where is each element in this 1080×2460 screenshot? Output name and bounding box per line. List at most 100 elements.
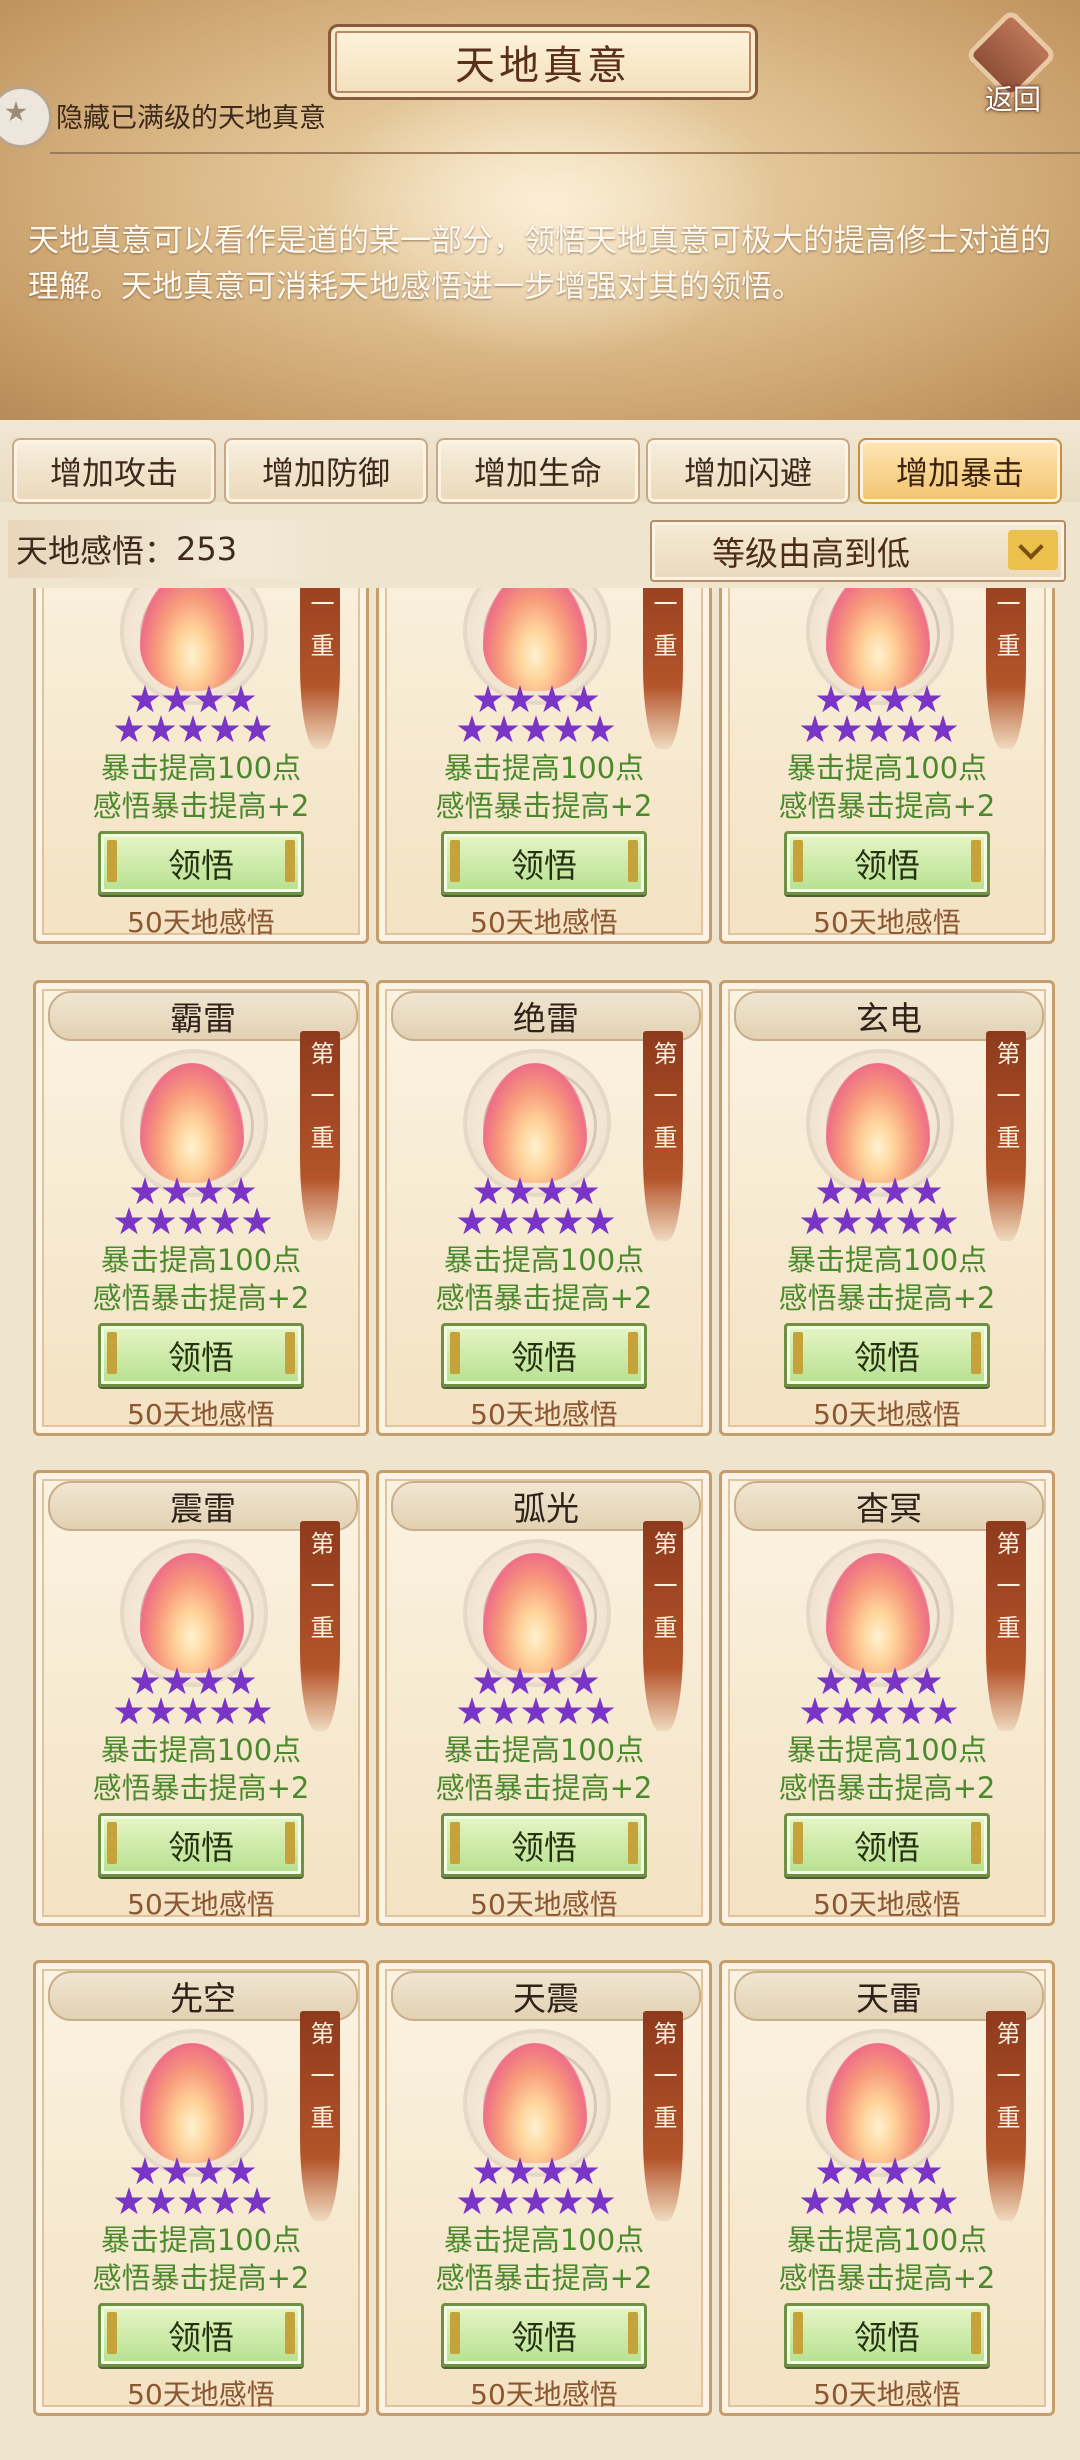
flame-icon	[483, 588, 587, 691]
star-rating	[451, 685, 621, 745]
learn-button[interactable]: 领悟	[441, 831, 647, 895]
star-icon	[521, 2187, 551, 2215]
star-icon	[210, 715, 240, 743]
points-value: 253	[176, 530, 238, 568]
learn-button[interactable]: 领悟	[98, 1323, 304, 1387]
star-rating	[451, 2157, 621, 2217]
tab-attack[interactable]: 增加攻击	[12, 438, 216, 504]
star-icon	[912, 2157, 942, 2185]
stat-insight-crit: 感悟暴击提高+2	[435, 1771, 653, 1805]
learn-button[interactable]: 领悟	[98, 1813, 304, 1877]
star-icon	[242, 1207, 272, 1235]
rank-banner: 第一重	[643, 1521, 683, 1731]
rank-banner: 第一重	[300, 2011, 340, 2221]
learn-button[interactable]: 领悟	[441, 1813, 647, 1877]
tab-defense[interactable]: 增加防御	[224, 438, 428, 504]
cost-label: 50天地感悟	[813, 1398, 961, 1431]
card: 天雷 第一重 暴击提高100点 感悟暴击提高+2 领悟 50天地感悟	[719, 1960, 1055, 2416]
star-icon	[585, 715, 615, 743]
learn-button[interactable]: 领悟	[441, 2303, 647, 2367]
star-row	[794, 1667, 964, 1697]
cost-label: 50天地感悟	[470, 906, 618, 939]
hide-maxed-row[interactable]: 隐藏已满级的天地真意	[0, 86, 980, 148]
star-icon	[114, 715, 144, 743]
stat-crit: 暴击提高100点	[100, 751, 302, 785]
rank-banner: 第一重	[300, 1031, 340, 1241]
card: 先空 第一重 暴击提高100点 感悟暴击提高+2 领悟 50天地感悟	[33, 1960, 369, 2416]
stat-crit: 暴击提高100点	[100, 1243, 302, 1277]
star-icon	[226, 685, 256, 713]
star-row	[108, 2187, 278, 2217]
star-icon	[537, 1177, 567, 1205]
star-row	[108, 2157, 278, 2187]
star-icon	[896, 2187, 926, 2215]
card: 绝雷 第一重 暴击提高100点 感悟暴击提高+2 领悟 50天地感悟	[376, 980, 712, 1436]
star-icon	[880, 1177, 910, 1205]
chevron-down-icon	[1008, 530, 1058, 570]
star-icon	[864, 715, 894, 743]
cost-label: 50天地感悟	[813, 2378, 961, 2411]
star-row	[108, 1697, 278, 1727]
rank-banner: 第一重	[300, 588, 340, 749]
star-row	[108, 685, 278, 715]
learn-button[interactable]: 领悟	[784, 1813, 990, 1877]
star-icon	[585, 1207, 615, 1235]
star-icon	[848, 1667, 878, 1695]
sort-selected: 等级由高到低	[712, 534, 910, 573]
star-icon	[553, 1697, 583, 1725]
star-row	[794, 715, 964, 745]
learn-button[interactable]: 领悟	[784, 2303, 990, 2367]
star-icon	[162, 1177, 192, 1205]
learn-button[interactable]: 领悟	[784, 831, 990, 895]
star-icon	[832, 1697, 862, 1725]
star-icon	[569, 1177, 599, 1205]
tab-health[interactable]: 增加生命	[436, 438, 640, 504]
star-row	[108, 1207, 278, 1237]
star-icon	[473, 2157, 503, 2185]
stat-crit: 暴击提高100点	[443, 1733, 645, 1767]
stat-crit: 暴击提高100点	[443, 2223, 645, 2257]
star-icon	[162, 685, 192, 713]
star-icon	[864, 2187, 894, 2215]
star-rating	[451, 1667, 621, 1727]
star-icon	[928, 2187, 958, 2215]
star-icon	[489, 2187, 519, 2215]
learn-button[interactable]: 领悟	[441, 1323, 647, 1387]
hide-maxed-checkbox[interactable]	[0, 86, 52, 148]
star-row	[794, 1207, 964, 1237]
header-panel: 天地真意 返回 隐藏已满级的天地真意 天地真意可以看作是道的某一部分，领悟天地真…	[0, 0, 1080, 420]
stat-insight-crit: 感悟暴击提高+2	[92, 2261, 310, 2295]
card: 第一重 暴击提高100点 感悟暴击提高+2 领悟 50天地感悟	[376, 588, 712, 944]
star-icon	[928, 1207, 958, 1235]
star-icon	[162, 1667, 192, 1695]
star-icon	[457, 715, 487, 743]
star-icon	[800, 715, 830, 743]
card: 玄电 第一重 暴击提高100点 感悟暴击提高+2 领悟 50天地感悟	[719, 980, 1055, 1436]
stat-insight-crit: 感悟暴击提高+2	[435, 2261, 653, 2295]
star-icon	[864, 1207, 894, 1235]
star-icon	[130, 685, 160, 713]
star-icon	[457, 1697, 487, 1725]
tab-crit[interactable]: 增加暴击	[858, 438, 1062, 504]
star-icon	[832, 2187, 862, 2215]
cost-label: 50天地感悟	[470, 2378, 618, 2411]
stat-crit: 暴击提高100点	[443, 1243, 645, 1277]
star-icon	[800, 2187, 830, 2215]
learn-button[interactable]: 领悟	[784, 1323, 990, 1387]
stat-insight-crit: 感悟暴击提高+2	[435, 789, 653, 823]
star-icon	[585, 2187, 615, 2215]
tab-bar: 增加攻击 增加防御 增加生命 增加闪避 增加暴击	[0, 420, 1080, 504]
stat-crit: 暴击提高100点	[100, 2223, 302, 2257]
tab-dodge[interactable]: 增加闪避	[646, 438, 850, 504]
learn-button[interactable]: 领悟	[98, 831, 304, 895]
star-icon	[114, 1207, 144, 1235]
learn-button[interactable]: 领悟	[98, 2303, 304, 2367]
star-icon	[242, 1697, 272, 1725]
sort-dropdown[interactable]: 等级由高到低	[650, 520, 1066, 582]
card: 震雷 第一重 暴击提高100点 感悟暴击提高+2 领悟 50天地感悟	[33, 1470, 369, 1926]
star-icon	[896, 1697, 926, 1725]
rank-banner: 第一重	[643, 1031, 683, 1241]
star-icon	[848, 685, 878, 713]
star-rating	[108, 1667, 278, 1727]
star-rating	[108, 2157, 278, 2217]
